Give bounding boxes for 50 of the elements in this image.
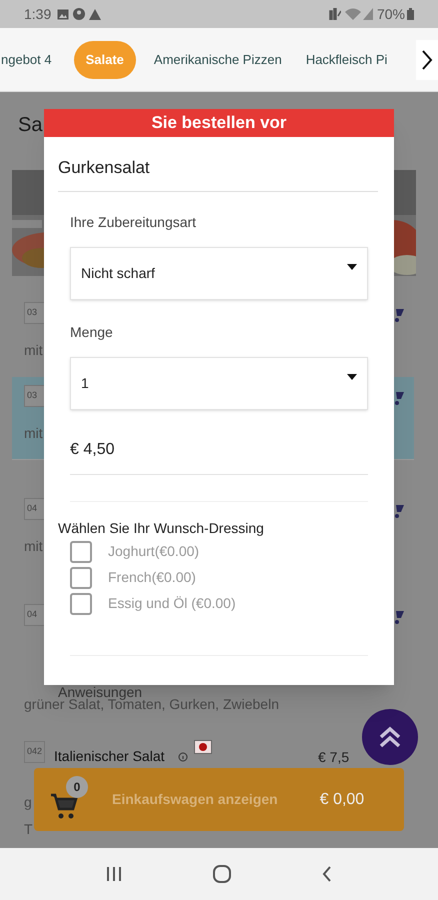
item-description: g bbox=[24, 793, 32, 812]
dialog-price: € 4,50 bbox=[70, 440, 114, 458]
back-icon[interactable] bbox=[322, 866, 332, 882]
view-cart-button[interactable]: 0 Einkaufswagen anzeigen € 0,00 bbox=[34, 768, 404, 831]
dropdown-caret-icon bbox=[347, 264, 357, 270]
dressing-heading: Wählen Sie Ihr Wunsch-Dressing bbox=[58, 520, 264, 536]
dropdown-caret-icon bbox=[347, 374, 357, 380]
category-tab[interactable]: ngebot 4 bbox=[1, 40, 52, 78]
item-description: mit bbox=[24, 424, 43, 443]
checkbox[interactable] bbox=[70, 540, 92, 562]
battery-percent: 70% bbox=[376, 4, 405, 24]
option-label: Essig und Öl (€0.00) bbox=[108, 594, 236, 613]
dropdown-field[interactable]: Nicht scharf bbox=[70, 246, 368, 300]
instructions-label: Anweisungen bbox=[58, 684, 142, 700]
cart-label: Einkaufswagen anzeigen bbox=[112, 790, 278, 809]
info-icon bbox=[178, 752, 188, 762]
item-description: T bbox=[24, 820, 33, 839]
scroll-right-button[interactable] bbox=[416, 40, 438, 80]
option-label: French(€0.00) bbox=[108, 568, 196, 587]
chevron-right-icon bbox=[421, 49, 433, 71]
spicy-icon bbox=[194, 740, 212, 754]
item-code: 042 bbox=[24, 741, 46, 762]
battery-icon bbox=[407, 8, 414, 20]
item-price: € 7,5 bbox=[318, 748, 350, 767]
signal-icon bbox=[362, 8, 373, 20]
account-icon bbox=[73, 8, 86, 20]
home-icon[interactable] bbox=[212, 865, 231, 883]
double-chevron-up-icon bbox=[378, 725, 402, 749]
category-tab[interactable]: Amerikanische Pizzen bbox=[154, 40, 282, 78]
checkbox[interactable] bbox=[70, 592, 92, 614]
item-name: Italienischer Salat bbox=[54, 747, 165, 766]
field-label: Menge bbox=[70, 324, 113, 340]
cart-count-badge: 0 bbox=[66, 776, 88, 798]
item-description: mit bbox=[24, 341, 43, 360]
dialog-title: Gurkensalat bbox=[58, 158, 150, 177]
dialog-header: Sie bestellen vor bbox=[44, 109, 394, 137]
status-time: 1:39 bbox=[24, 4, 52, 24]
warning-icon bbox=[89, 8, 102, 20]
section-heading: Sa bbox=[18, 113, 42, 138]
option-label: Joghurt(€0.00) bbox=[108, 542, 200, 561]
mute-icon bbox=[328, 8, 341, 20]
item-description: mit bbox=[24, 537, 43, 556]
recent-apps-icon[interactable] bbox=[106, 867, 122, 881]
field-label: Ihre Zubereitungsart bbox=[70, 214, 196, 230]
cart-total: € 0,00 bbox=[320, 790, 364, 810]
wifi-icon bbox=[344, 8, 361, 20]
category-tab[interactable]: Hackfleisch Pi bbox=[306, 40, 388, 78]
dropdown-field[interactable]: 1 bbox=[70, 356, 368, 410]
image-icon bbox=[57, 8, 70, 20]
checkbox[interactable] bbox=[70, 566, 92, 588]
